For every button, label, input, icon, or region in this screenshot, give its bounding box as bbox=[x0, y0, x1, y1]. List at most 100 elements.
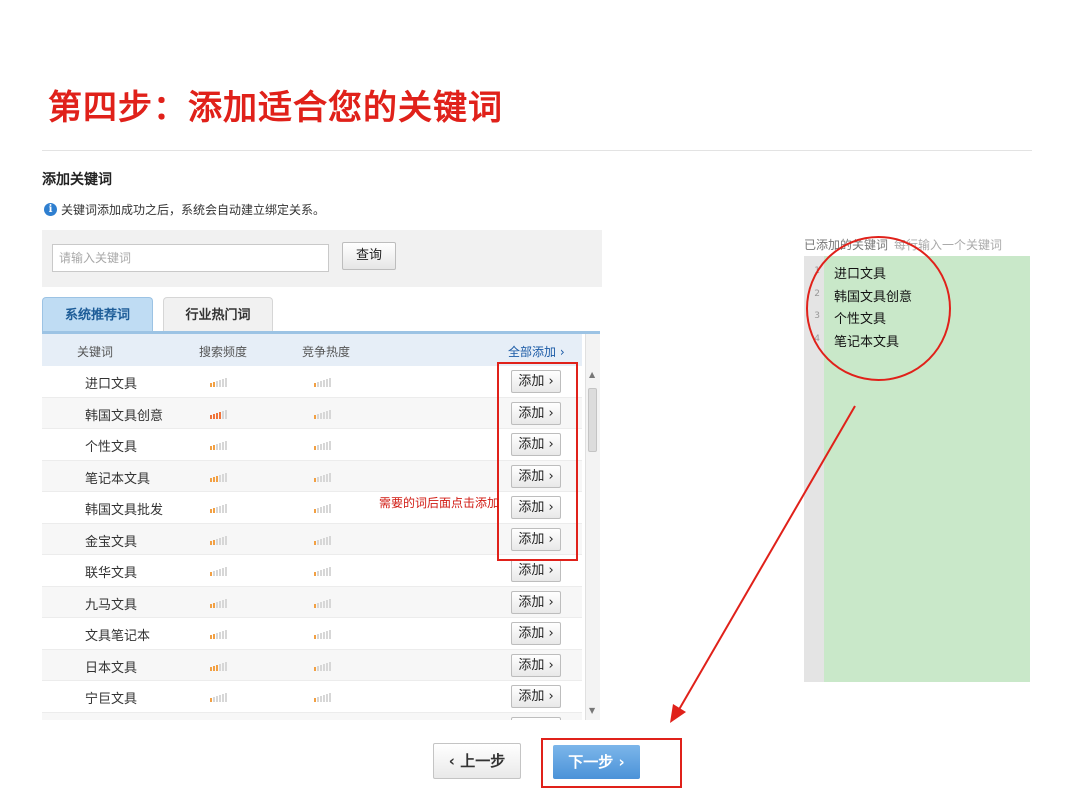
bar-segment bbox=[326, 536, 328, 545]
bar-segment bbox=[219, 474, 221, 482]
search-freq-bars bbox=[210, 627, 236, 639]
add-keyword-button[interactable]: 添加 › bbox=[511, 685, 561, 708]
bar-segment bbox=[326, 473, 328, 482]
bar-segment bbox=[225, 598, 227, 608]
bar-segment bbox=[210, 540, 212, 545]
bar-segment bbox=[317, 476, 319, 482]
bar-segment bbox=[323, 600, 325, 608]
keyword-search-input[interactable] bbox=[52, 244, 329, 272]
bar-segment bbox=[213, 634, 215, 639]
bar-segment bbox=[213, 602, 215, 608]
bar-segment bbox=[329, 567, 331, 576]
bar-segment bbox=[225, 661, 227, 671]
divider bbox=[42, 150, 1032, 151]
highlight-circle bbox=[806, 236, 951, 381]
bar-segment bbox=[225, 630, 227, 639]
bar-segment bbox=[323, 506, 325, 513]
search-freq-bars bbox=[210, 438, 236, 450]
section-title: 添加关键词 bbox=[42, 172, 112, 188]
search-freq-bars bbox=[210, 564, 236, 576]
prev-step-button[interactable]: ‹ 上一步 bbox=[433, 743, 521, 779]
bar-segment bbox=[225, 441, 227, 450]
bar-segment bbox=[210, 477, 212, 482]
table-scrollbar[interactable]: ▲ ▼ bbox=[585, 334, 600, 720]
bar-segment bbox=[213, 445, 215, 450]
scroll-thumb[interactable] bbox=[588, 388, 597, 452]
highlight-add-buttons-box bbox=[497, 362, 578, 561]
add-all-button[interactable]: 全部添加 › bbox=[508, 343, 565, 360]
bar-segment bbox=[314, 572, 316, 576]
bar-segment bbox=[314, 540, 316, 545]
bar-segment bbox=[323, 632, 325, 639]
add-keyword-button[interactable]: 添加 › bbox=[511, 590, 561, 614]
bar-segment bbox=[225, 567, 227, 576]
bar-segment bbox=[326, 694, 328, 702]
bar-segment bbox=[320, 633, 322, 639]
bar-segment bbox=[317, 634, 319, 639]
bar-segment bbox=[210, 446, 212, 450]
slide-title: 第四步：添加适合您的关键词 bbox=[48, 88, 503, 128]
bar-segment bbox=[225, 472, 227, 482]
table-row: 文具笔记本 添加 › bbox=[42, 618, 582, 650]
bar-segment bbox=[326, 631, 328, 639]
bar-segment bbox=[314, 383, 316, 387]
bar-segment bbox=[329, 630, 331, 639]
bar-segment bbox=[222, 379, 224, 387]
table-row: 日本文具 添加 › bbox=[42, 649, 582, 681]
bar-segment bbox=[222, 599, 224, 608]
search-freq-bars bbox=[210, 375, 236, 387]
bar-segment bbox=[216, 538, 218, 545]
bar-segment bbox=[219, 569, 221, 576]
bar-segment bbox=[320, 570, 322, 576]
bar-segment bbox=[329, 472, 331, 482]
bar-segment bbox=[219, 443, 221, 450]
bar-segment bbox=[222, 410, 224, 419]
bar-segment bbox=[219, 695, 221, 702]
bar-segment bbox=[216, 507, 218, 513]
row-keyword: 进口文具 bbox=[85, 377, 138, 392]
add-keyword-button[interactable]: 添加 › bbox=[511, 716, 561, 720]
bar-segment bbox=[323, 663, 325, 671]
bar-segment bbox=[213, 665, 215, 671]
bar-segment bbox=[210, 603, 212, 608]
bar-segment bbox=[329, 661, 331, 671]
bar-segment bbox=[320, 696, 322, 702]
scroll-up-icon[interactable]: ▲ bbox=[589, 370, 595, 379]
row-keyword: 韩国文具批发 bbox=[85, 503, 164, 518]
bar-segment bbox=[219, 380, 221, 387]
bar-segment bbox=[329, 409, 331, 419]
bar-segment bbox=[222, 631, 224, 639]
bar-segment bbox=[219, 663, 221, 671]
bar-segment bbox=[213, 382, 215, 387]
bar-segment bbox=[210, 666, 212, 671]
competition-bars bbox=[314, 596, 340, 608]
bar-segment bbox=[219, 632, 221, 639]
bar-segment bbox=[317, 445, 319, 450]
scroll-down-icon[interactable]: ▼ bbox=[589, 706, 595, 715]
add-keyword-button[interactable]: 添加 › bbox=[511, 653, 561, 677]
bar-segment bbox=[326, 505, 328, 513]
bar-segment bbox=[216, 601, 218, 608]
tab-system-recommended[interactable]: 系统推荐词 bbox=[42, 297, 153, 333]
row-keyword: 宁巨文具 bbox=[85, 692, 138, 707]
search-freq-bars bbox=[210, 470, 236, 482]
add-keyword-button[interactable]: 添加 › bbox=[511, 559, 561, 582]
bar-segment bbox=[314, 603, 316, 608]
bar-segment bbox=[320, 664, 322, 671]
row-keyword: 文具笔记本 bbox=[85, 629, 151, 644]
bar-segment bbox=[216, 570, 218, 576]
add-keyword-button[interactable]: 添加 › bbox=[511, 622, 561, 645]
tab-industry-hot[interactable]: 行业热门词 bbox=[163, 297, 273, 333]
table-row: 添加 › bbox=[42, 712, 582, 720]
bar-segment bbox=[216, 412, 218, 419]
bar-segment bbox=[225, 504, 227, 513]
query-button[interactable]: 查询 bbox=[342, 242, 396, 270]
bar-segment bbox=[314, 446, 316, 450]
table-row: 宁巨文具 添加 › bbox=[42, 681, 582, 713]
notice: i 关键词添加成功之后，系统会自动建立绑定关系。 bbox=[44, 201, 325, 218]
bar-segment bbox=[323, 537, 325, 545]
bar-segment bbox=[320, 412, 322, 419]
bar-segment bbox=[323, 695, 325, 702]
annotation-text: 需要的词后面点击添加 bbox=[379, 496, 500, 510]
competition-bars bbox=[314, 501, 340, 513]
